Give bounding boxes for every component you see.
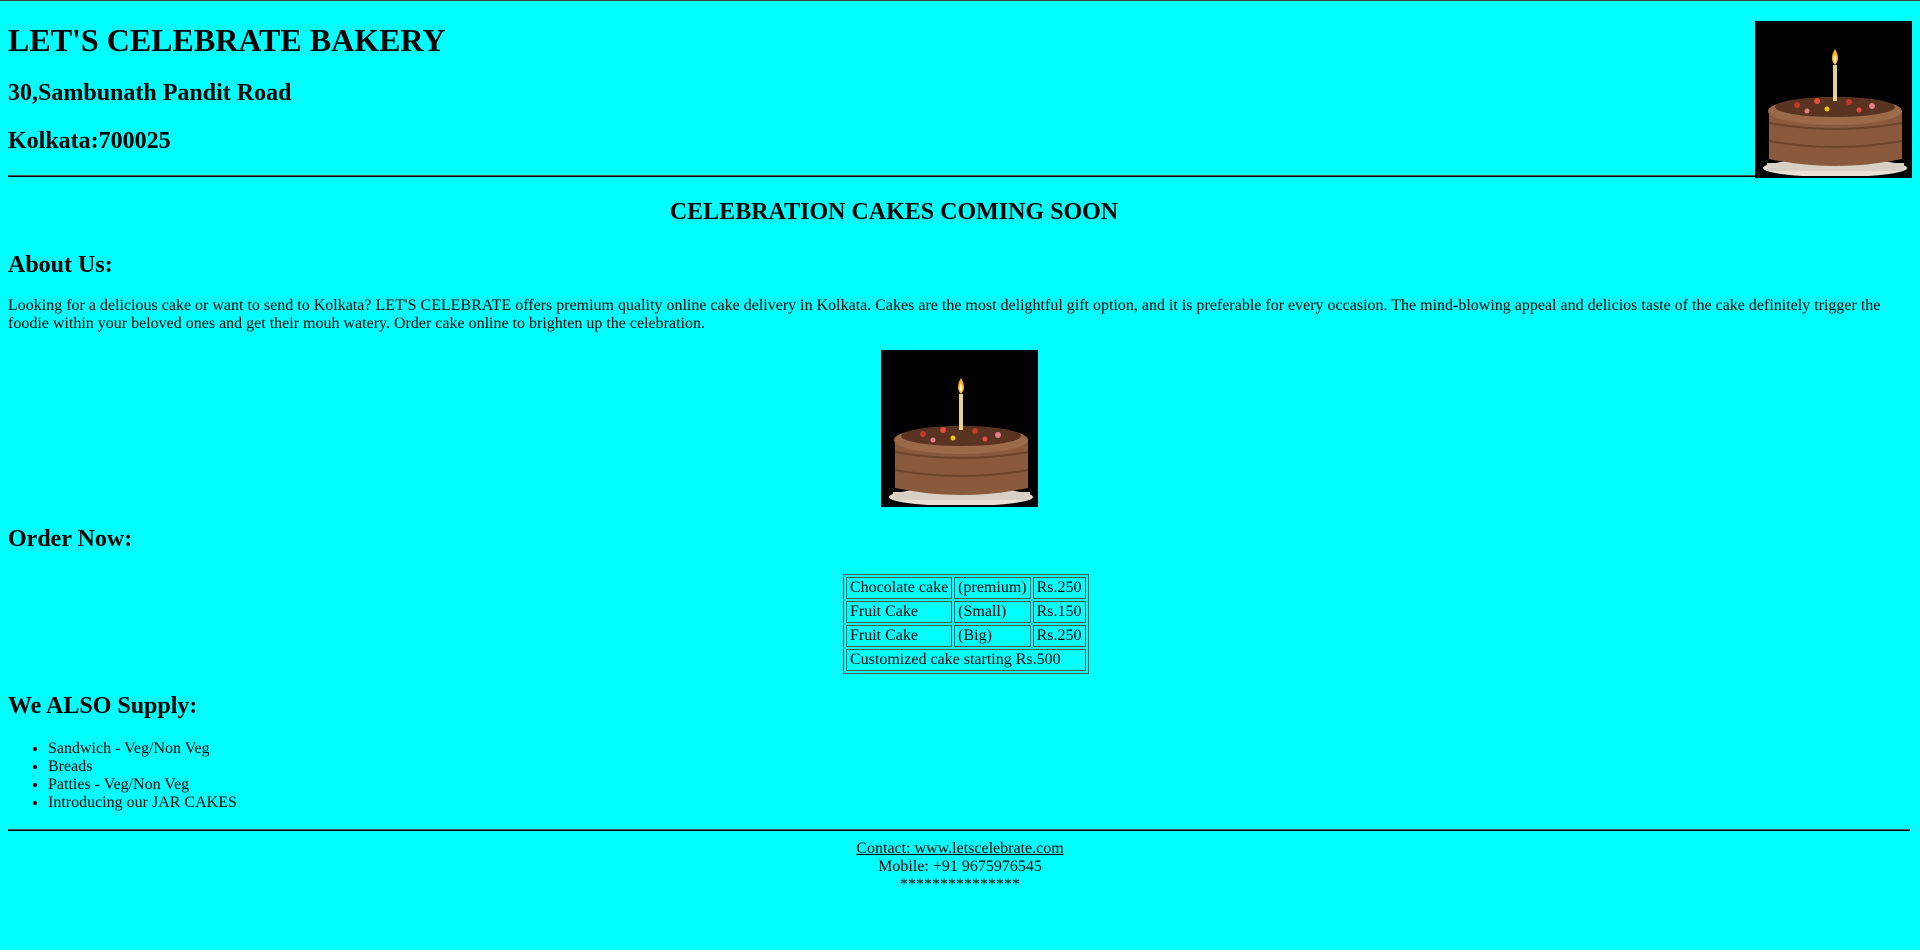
custom-cake-row: Customized cake starting Rs.500	[846, 649, 1086, 671]
mobile-number: Mobile: +91 9675976545	[878, 858, 1042, 875]
list-item: Sandwich - Veg/Non Veg	[48, 740, 237, 758]
announcement-heading: CELEBRATION CAKES COMING SOON	[669, 199, 1119, 225]
supply-list: Sandwich - Veg/Non Veg Breads Patties - …	[8, 740, 237, 812]
order-heading: Order Now:	[8, 526, 133, 552]
header-divider	[8, 175, 1755, 177]
about-heading: About Us:	[8, 252, 113, 278]
order-price: Rs.150	[1032, 601, 1086, 623]
site-title: LET'S CELEBRATE BAKERY	[8, 22, 446, 58]
order-price: Rs.250	[1032, 577, 1086, 599]
list-item: Breads	[48, 758, 237, 776]
table-row: Fruit Cake (Big) Rs.250	[846, 625, 1086, 647]
supply-heading: We ALSO Supply:	[8, 693, 198, 719]
footer-divider	[8, 829, 1910, 831]
top-border	[0, 0, 1920, 1]
address-line-2: Kolkata:700025	[8, 128, 171, 154]
list-item: Patties - Veg/Non Veg	[48, 776, 237, 794]
header-cake-image	[1755, 21, 1912, 178]
about-cake-image	[881, 350, 1038, 507]
order-table: Chocolate cake (premium) Rs.250 Fruit Ca…	[843, 574, 1089, 674]
footer: Contact: www.letscelebrate.com Mobile: +…	[8, 840, 1912, 894]
about-text: Looking for a delicious cake or want to …	[8, 297, 1881, 332]
order-price: Rs.250	[1032, 625, 1086, 647]
order-item: Chocolate cake	[846, 577, 953, 599]
table-row: Fruit Cake (Small) Rs.150	[846, 601, 1086, 623]
table-row: Customized cake starting Rs.500	[846, 649, 1086, 671]
order-variant: (Small)	[954, 601, 1031, 623]
contact-link[interactable]: Contact: www.letscelebrate.com	[856, 840, 1063, 857]
order-item: Fruit Cake	[846, 625, 953, 647]
order-item: Fruit Cake	[846, 601, 953, 623]
table-row: Chocolate cake (premium) Rs.250	[846, 577, 1086, 599]
order-variant: (premium)	[954, 577, 1031, 599]
footer-stars: ***************	[900, 876, 1020, 893]
order-variant: (Big)	[954, 625, 1031, 647]
address-line-1: 30,Sambunath Pandit Road	[8, 80, 292, 106]
list-item: Introducing our JAR CAKES	[48, 794, 237, 812]
